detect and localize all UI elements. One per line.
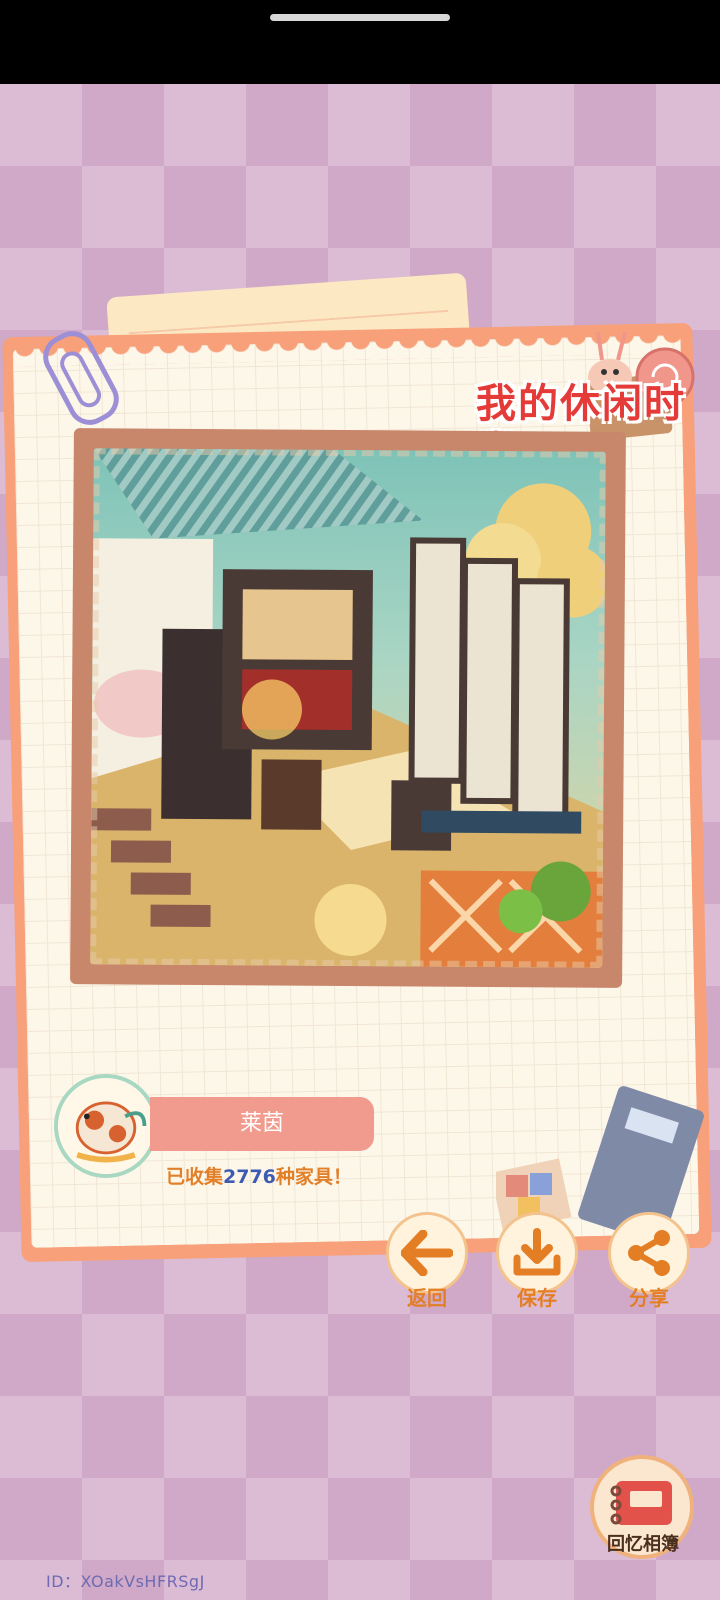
room-illustration bbox=[90, 448, 606, 968]
collected-count: 2776 bbox=[223, 1166, 276, 1188]
notch-indicator bbox=[270, 14, 450, 21]
user-id: ID：XOakVsHFRSgJ bbox=[46, 1572, 205, 1591]
arrow-left-icon bbox=[401, 1230, 453, 1276]
player-avatar[interactable] bbox=[54, 1074, 158, 1178]
goldfish-icon bbox=[58, 1078, 154, 1174]
room-screenshot bbox=[90, 448, 606, 968]
status-bar bbox=[0, 0, 720, 84]
player-name: 莱茵 bbox=[150, 1097, 374, 1151]
room-photo-frame bbox=[70, 428, 626, 988]
collected-prefix: 已收集 bbox=[166, 1166, 224, 1188]
collection-summary: 已收集2776种家具！ bbox=[166, 1162, 352, 1189]
collected-suffix: 种家具！ bbox=[275, 1166, 352, 1188]
memory-album-label[interactable]: 回忆相簿 bbox=[588, 1530, 698, 1556]
back-label[interactable]: 返回 bbox=[382, 1282, 472, 1311]
share-icon bbox=[628, 1230, 670, 1276]
share-label[interactable]: 分享 bbox=[604, 1282, 694, 1311]
save-label[interactable]: 保存 bbox=[492, 1282, 582, 1311]
download-icon bbox=[513, 1228, 561, 1276]
